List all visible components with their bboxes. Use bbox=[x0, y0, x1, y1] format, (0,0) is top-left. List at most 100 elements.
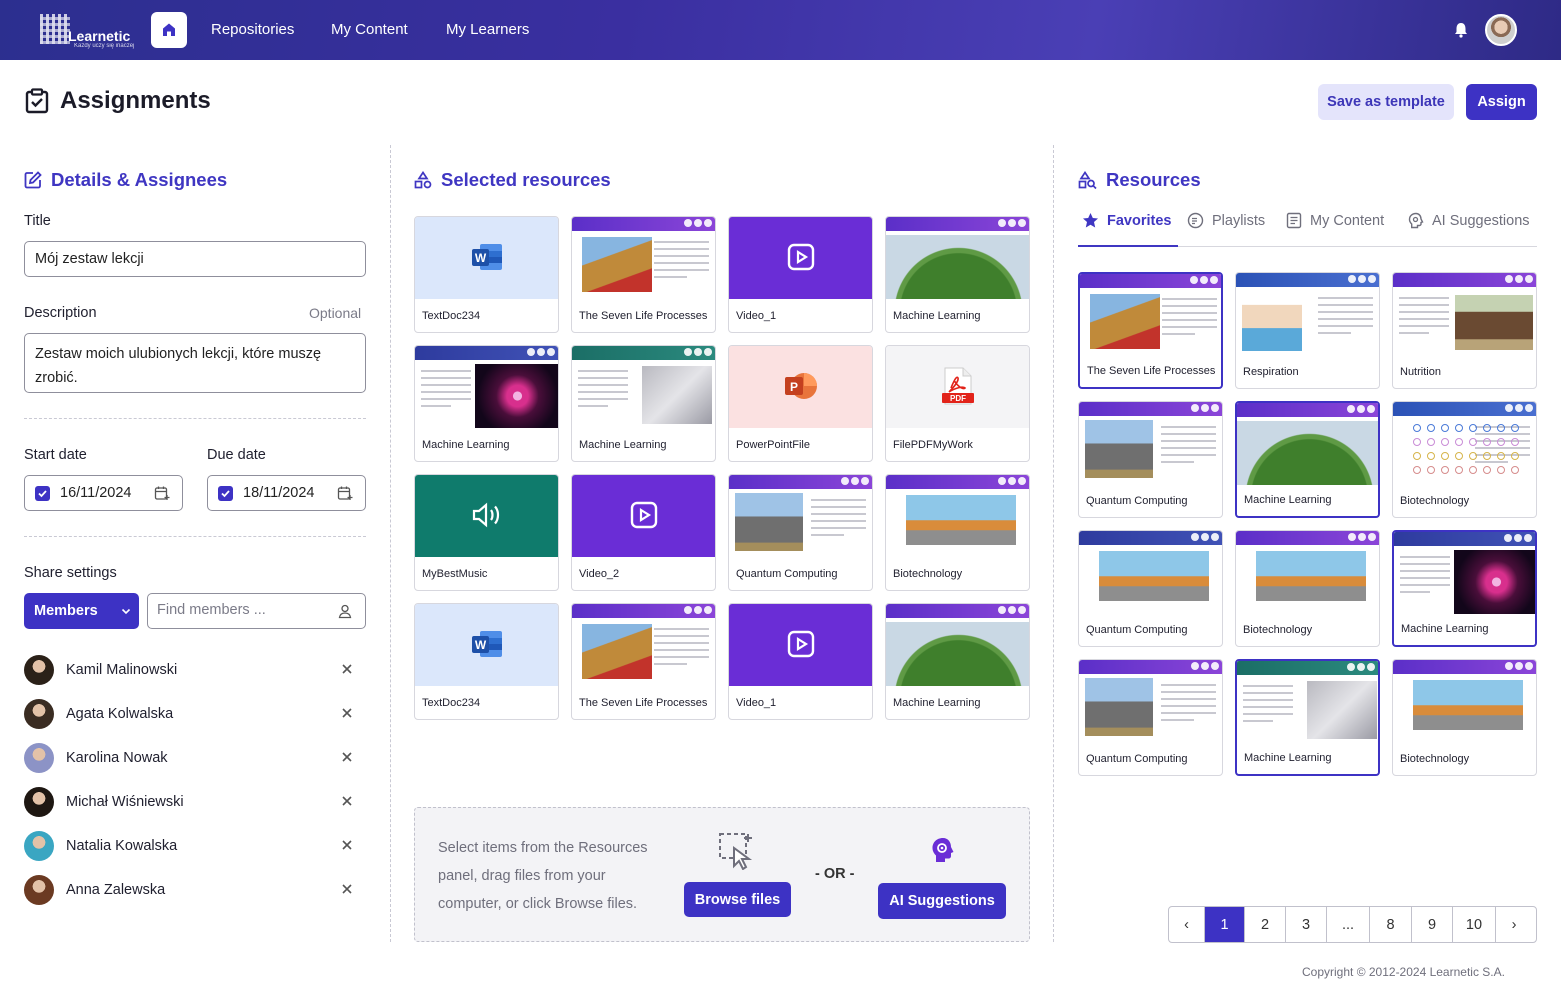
members-button-label: Members bbox=[34, 603, 98, 619]
lesson-illustration bbox=[475, 364, 558, 428]
learnetic-logo[interactable]: Learnetic Każdy uczy się inaczej bbox=[40, 14, 134, 49]
resource-title: PowerPointFile bbox=[736, 439, 810, 451]
lesson-text-line bbox=[811, 534, 844, 536]
lesson-header-bar bbox=[729, 475, 872, 489]
lesson-text-line bbox=[654, 642, 709, 644]
resource-card[interactable]: Machine Learning bbox=[1235, 659, 1380, 776]
due-date-checkbox[interactable] bbox=[218, 486, 233, 501]
members-dropdown-button[interactable]: Members bbox=[24, 593, 139, 629]
person-icon bbox=[338, 604, 352, 619]
resource-card[interactable]: PDF FilePDFMyWork bbox=[885, 345, 1030, 462]
tab-favorites[interactable]: Favorites bbox=[1082, 212, 1171, 229]
title-input[interactable]: Mój zestaw lekcji bbox=[24, 241, 366, 277]
lesson-text-line bbox=[1162, 326, 1217, 328]
lesson-header-bar bbox=[886, 475, 1029, 489]
assign-button[interactable]: Assign bbox=[1466, 84, 1537, 120]
resource-card[interactable]: Video_1 bbox=[728, 603, 873, 720]
logo-mark-icon bbox=[40, 14, 70, 44]
home-button[interactable] bbox=[151, 12, 187, 48]
lesson-text-line bbox=[654, 656, 709, 658]
lesson-controls bbox=[1505, 404, 1533, 412]
pagination-page[interactable]: 3 bbox=[1286, 907, 1327, 942]
remove-member-icon[interactable] bbox=[340, 662, 354, 676]
start-date-field[interactable]: 16/11/2024 bbox=[24, 475, 183, 511]
resource-card[interactable]: Quantum Computing bbox=[728, 474, 873, 591]
pagination-page[interactable]: ... bbox=[1327, 907, 1370, 942]
member-avatar bbox=[24, 875, 54, 905]
pagination-page[interactable]: 2 bbox=[1245, 907, 1286, 942]
resource-card[interactable]: Video_2 bbox=[571, 474, 716, 591]
nav-repositories[interactable]: Repositories bbox=[211, 21, 294, 38]
lesson-header-bar bbox=[1393, 660, 1536, 674]
resource-card[interactable]: Biotechnology bbox=[1235, 530, 1380, 647]
remove-member-icon[interactable] bbox=[340, 794, 354, 808]
bell-icon[interactable] bbox=[1452, 21, 1470, 39]
pagination-page[interactable]: 1 bbox=[1205, 907, 1245, 942]
resource-card[interactable]: Machine Learning bbox=[885, 603, 1030, 720]
remove-member-icon[interactable] bbox=[340, 750, 354, 764]
resource-card[interactable]: W TextDoc234 bbox=[414, 216, 559, 333]
pagination-page[interactable]: 8 bbox=[1370, 907, 1412, 942]
save-as-template-button[interactable]: Save as template bbox=[1318, 84, 1454, 120]
calendar-add-icon[interactable] bbox=[337, 485, 353, 501]
resource-card[interactable]: Quantum Computing bbox=[1078, 659, 1223, 776]
due-date-field[interactable]: 18/11/2024 bbox=[207, 475, 366, 511]
calendar-add-icon[interactable] bbox=[154, 485, 170, 501]
remove-member-icon[interactable] bbox=[340, 706, 354, 720]
resource-thumbnail bbox=[572, 217, 715, 299]
resource-card[interactable]: Biotechnology bbox=[1392, 659, 1537, 776]
lesson-text-line bbox=[1400, 563, 1450, 565]
resource-card[interactable]: Machine Learning bbox=[1235, 401, 1380, 518]
resource-card[interactable]: The Seven Life Processes bbox=[571, 216, 716, 333]
lesson-number-bubble bbox=[1441, 466, 1449, 474]
tab-ai-suggestions[interactable]: AI Suggestions bbox=[1408, 212, 1530, 229]
lesson-number-bubble bbox=[1497, 424, 1505, 432]
resource-card[interactable]: Biotechnology bbox=[885, 474, 1030, 591]
resource-card[interactable]: Machine Learning bbox=[885, 216, 1030, 333]
description-textarea[interactable]: Zestaw moich ulubionych lekcji, które mu… bbox=[24, 333, 366, 393]
nav-my-content[interactable]: My Content bbox=[331, 21, 408, 38]
lesson-controls bbox=[527, 348, 555, 356]
resource-card[interactable]: Respiration bbox=[1235, 272, 1380, 389]
tab-my-content[interactable]: My Content bbox=[1286, 212, 1384, 229]
find-members-input[interactable] bbox=[157, 602, 327, 618]
resource-card[interactable]: Nutrition bbox=[1392, 272, 1537, 389]
lesson-number-bubble bbox=[1455, 466, 1463, 474]
resource-card[interactable]: Machine Learning bbox=[571, 345, 716, 462]
remove-member-icon[interactable] bbox=[340, 882, 354, 896]
start-date-checkbox[interactable] bbox=[35, 486, 50, 501]
lesson-text-line bbox=[421, 391, 471, 393]
resource-thumbnail bbox=[1080, 274, 1221, 356]
resource-thumbnail: P bbox=[729, 346, 872, 428]
remove-member-icon[interactable] bbox=[340, 838, 354, 852]
resource-card[interactable]: P PowerPointFile bbox=[728, 345, 873, 462]
file-dropzone[interactable]: Select items from the Resources panel, d… bbox=[414, 807, 1030, 942]
pagination-next-button[interactable]: › bbox=[1496, 907, 1532, 942]
tab-playlists[interactable]: Playlists bbox=[1187, 212, 1265, 229]
user-avatar[interactable] bbox=[1485, 14, 1517, 46]
resource-card[interactable]: Biotechnology bbox=[1392, 401, 1537, 518]
lesson-text-line bbox=[1318, 332, 1351, 334]
resource-title: The Seven Life Processes bbox=[579, 310, 708, 322]
pagination-page[interactable]: 10 bbox=[1453, 907, 1496, 942]
pagination-page[interactable]: 9 bbox=[1412, 907, 1453, 942]
lesson-controls bbox=[1190, 276, 1218, 284]
resource-title: Biotechnology bbox=[1400, 495, 1470, 507]
nav-my-learners[interactable]: My Learners bbox=[446, 21, 529, 38]
resource-card[interactable]: Machine Learning bbox=[414, 345, 559, 462]
resources-title: Resources bbox=[1078, 169, 1201, 191]
resource-card[interactable]: The Seven Life Processes bbox=[1078, 272, 1223, 389]
resource-card[interactable]: MyBestMusic bbox=[414, 474, 559, 591]
resource-card[interactable]: Machine Learning bbox=[1392, 530, 1537, 647]
lesson-text-line bbox=[578, 391, 628, 393]
resource-card[interactable]: The Seven Life Processes bbox=[571, 603, 716, 720]
find-members-field[interactable] bbox=[147, 593, 366, 629]
ai-suggestions-button[interactable]: AI Suggestions bbox=[878, 883, 1006, 919]
resource-card[interactable]: Video_1 bbox=[728, 216, 873, 333]
resource-title: Video_1 bbox=[736, 697, 777, 709]
pagination-prev-button[interactable]: ‹ bbox=[1169, 907, 1205, 942]
resource-card[interactable]: Quantum Computing bbox=[1078, 530, 1223, 647]
resource-card[interactable]: Quantum Computing bbox=[1078, 401, 1223, 518]
browse-files-button[interactable]: Browse files bbox=[684, 882, 791, 917]
resource-card[interactable]: W TextDoc234 bbox=[414, 603, 559, 720]
